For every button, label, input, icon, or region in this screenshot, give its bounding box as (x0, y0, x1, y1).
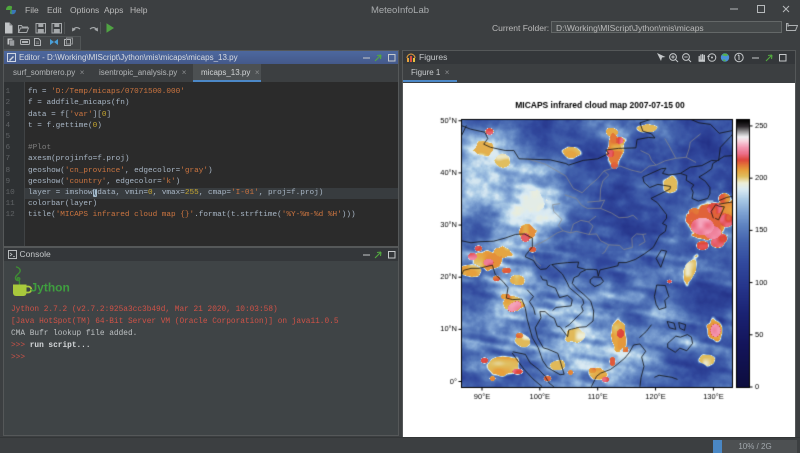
svg-text:Jython: Jython (31, 281, 70, 295)
